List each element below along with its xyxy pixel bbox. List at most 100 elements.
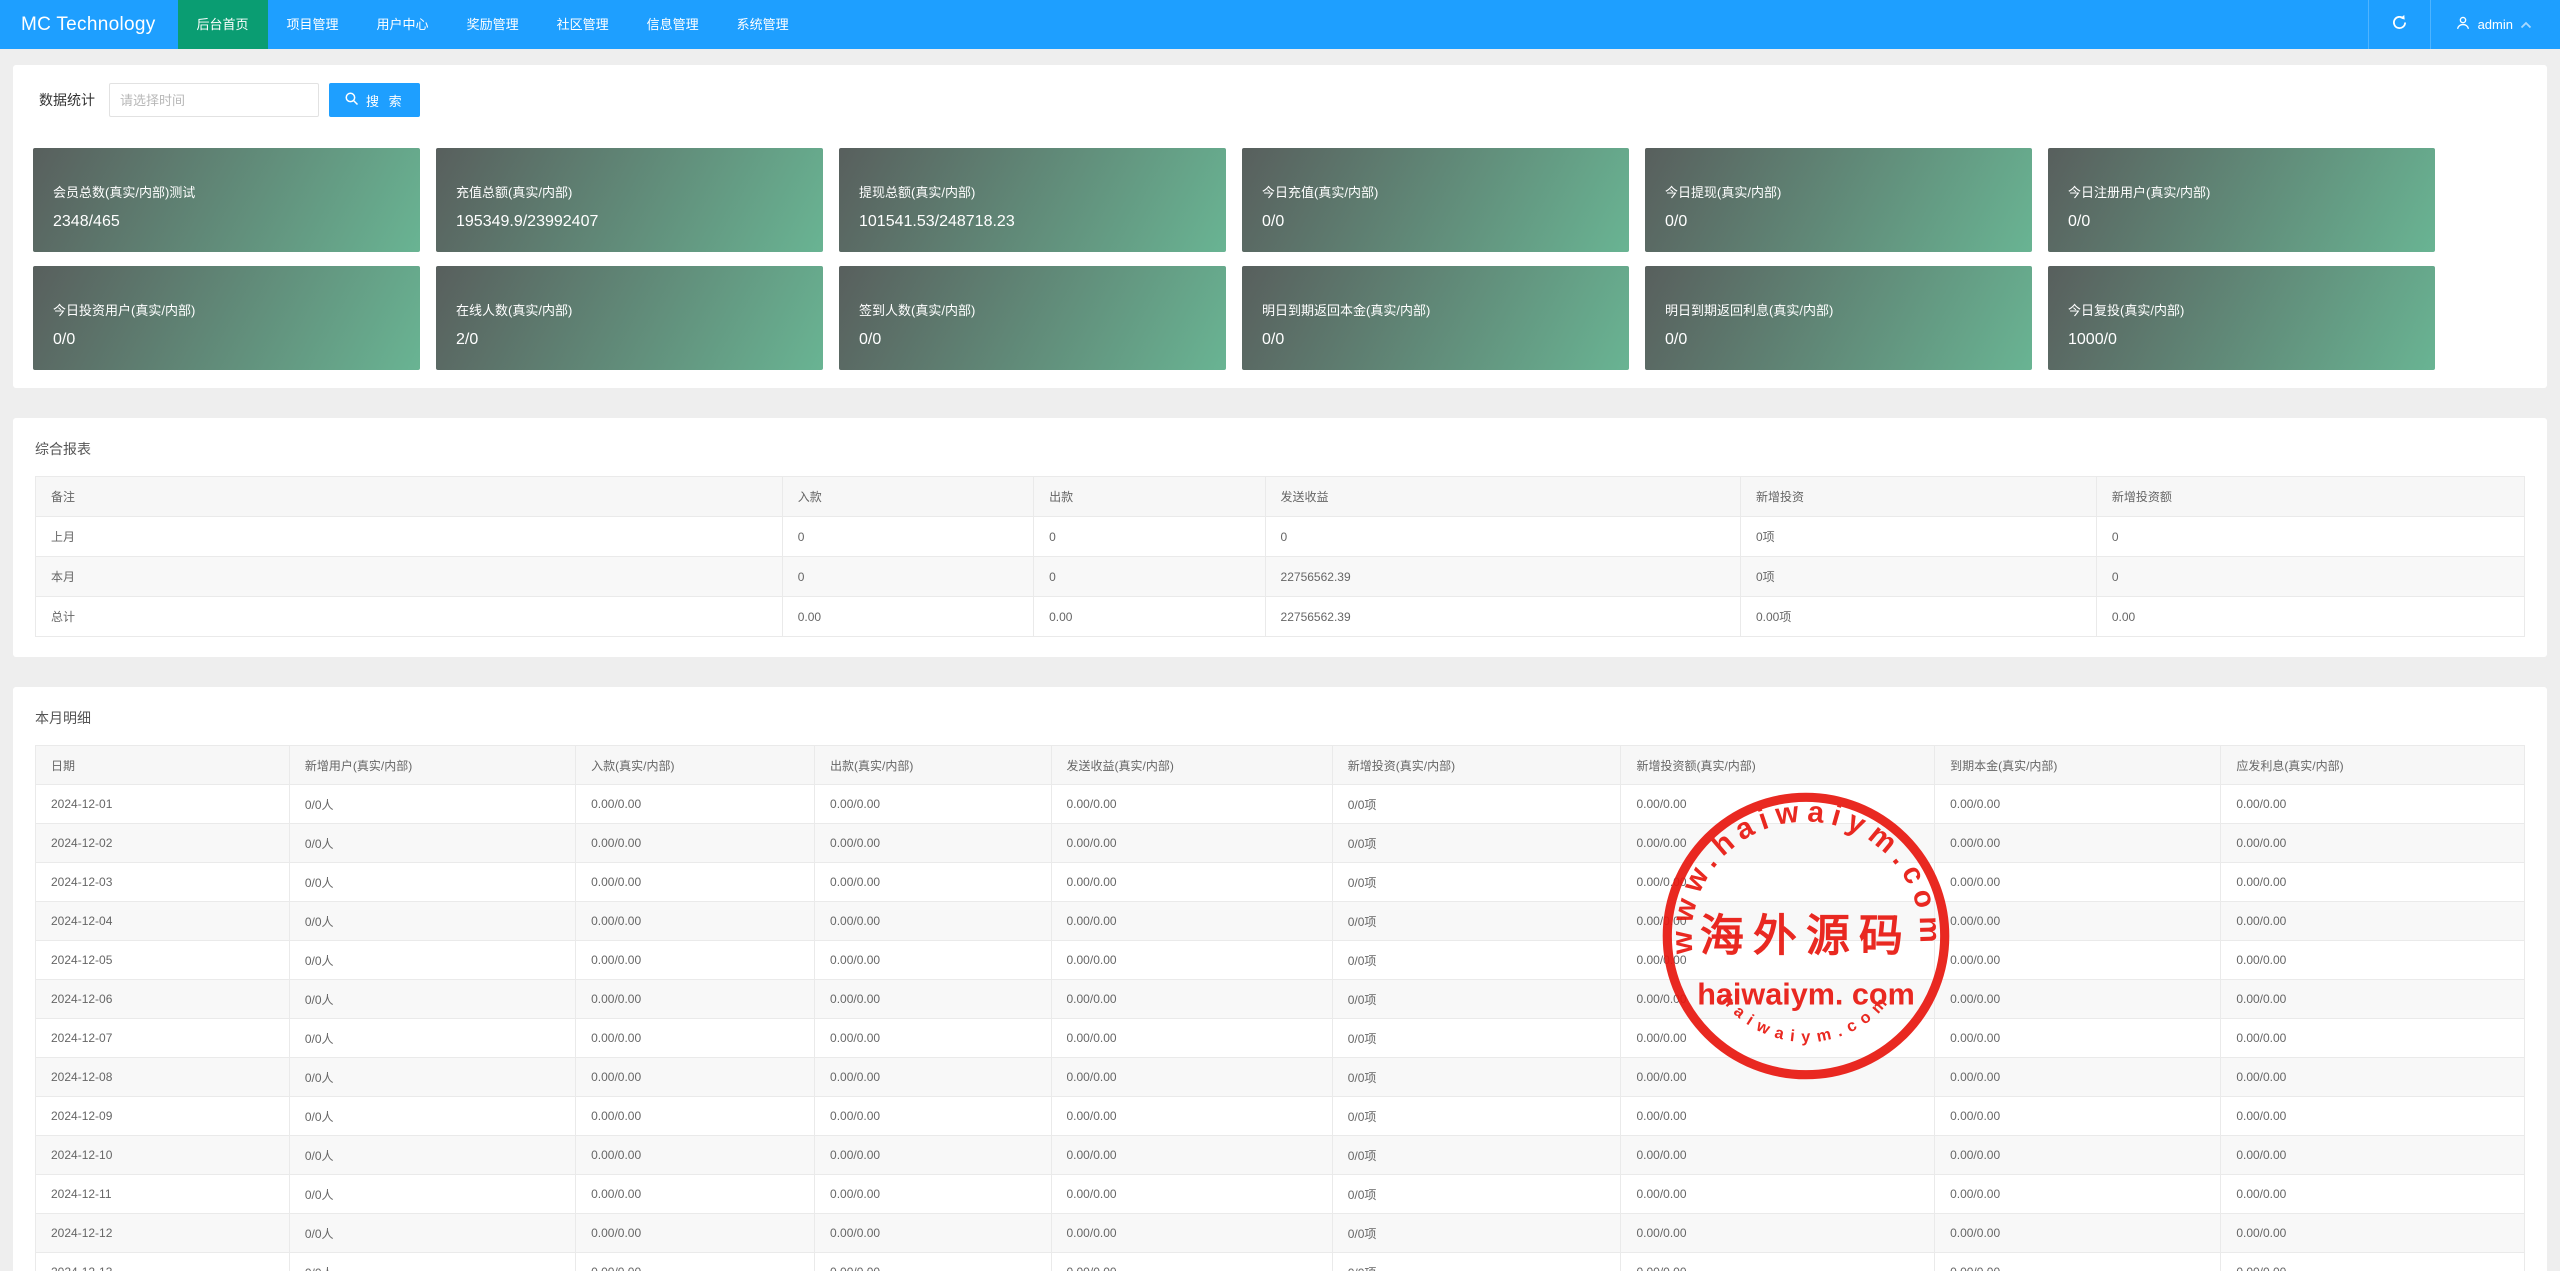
table-cell: 0.00/0.00 (575, 1135, 816, 1175)
table-cell: 0.00/0.00 (1620, 1057, 1936, 1097)
table-cell: 0.00/0.00 (575, 784, 816, 824)
table-cell: 2024-12-08 (35, 1057, 290, 1097)
summary-report-title: 综合报表 (35, 441, 91, 457)
stat-card-label: 会员总数(真实/内部)测试 (53, 185, 196, 200)
table-cell: 0.00/0.00 (1934, 940, 2222, 980)
table-cell: 0.00/0.00 (575, 1057, 816, 1097)
stats-panel: 数据统计 搜 索 会员总数(真实/内部)测试 2348/465 充值总额(真实/内部… (13, 65, 2547, 388)
table-row: 2024-12-03 0/0人 0.00/0.00 0.00/0.00 0.00/0.0… (35, 862, 2525, 902)
table-cell: 0.00/0.00 (1050, 979, 1333, 1019)
nav-item-5[interactable]: 社区管理 (538, 0, 628, 49)
stat-cards-row-1: 会员总数(真实/内部)测试 2348/465 充值总额(真实/内部) 195349.9… (33, 148, 2435, 252)
table-cell: 2024-12-03 (35, 862, 290, 902)
stat-card: 在线人数(真实/内部) 2/0 (436, 266, 823, 370)
search-section: 数据统计 搜 索 (25, 83, 420, 117)
navbar-right: admin (2367, 0, 2560, 49)
table-cell: 0/0人 (288, 1252, 577, 1271)
stat-card-value: 0/0 (53, 331, 76, 348)
stat-card-value: 0/0 (1665, 331, 1688, 348)
search-button[interactable]: 搜 索 (329, 83, 420, 117)
table-row: 2024-12-10 0/0人 0.00/0.00 0.00/0.00 0.00/0.0… (35, 1135, 2525, 1175)
chevron-up-icon (2520, 17, 2532, 32)
nav-item-6[interactable]: 信息管理 (628, 0, 718, 49)
table-cell: 0.00/0.00 (575, 1174, 816, 1214)
table-cell: 0/0项 (1331, 940, 1622, 980)
column-header: 新增用户(真实/内部) (288, 745, 577, 785)
table-cell: 0/0项 (1331, 1252, 1622, 1271)
table-cell: 0/0项 (1331, 1057, 1622, 1097)
stat-card-label: 今日提现(真实/内部) (1665, 185, 1782, 200)
table-cell: 0.00/0.00 (814, 901, 1052, 941)
refresh-button[interactable] (2367, 0, 2430, 49)
table-cell: 2024-12-02 (35, 823, 290, 863)
stat-card-label: 签到人数(真实/内部) (859, 303, 976, 318)
table-cell: 0/0人 (288, 1174, 577, 1214)
table-cell: 0/0人 (288, 1057, 577, 1097)
column-header: 日期 (35, 745, 290, 785)
column-header: 新增投资 (1739, 476, 2097, 517)
table-cell: 0/0人 (288, 862, 577, 902)
table-cell: 0.00/0.00 (1050, 862, 1333, 902)
table-cell: 0.00/0.00 (1934, 1213, 2222, 1253)
table-row: 总计 0.00 0.00 22756562.39 0.00项 0.00 (35, 596, 2526, 637)
table-cell: 0.00/0.00 (2220, 1213, 2525, 1253)
table-cell: 0.00/0.00 (1050, 1096, 1333, 1136)
table-cell: 0.00/0.00 (814, 1213, 1052, 1253)
table-cell: 0.00/0.00 (1934, 901, 2222, 941)
table-cell: 2024-12-12 (35, 1213, 290, 1253)
stat-card-label: 今日投资用户(真实/内部) (53, 303, 196, 318)
table-cell: 0.00/0.00 (2220, 1252, 2525, 1271)
stat-card-label: 充值总额(真实/内部) (456, 185, 573, 200)
table-cell: 22756562.39 (1264, 596, 1741, 637)
table-cell: 0/0项 (1331, 1174, 1622, 1214)
stat-card: 会员总数(真实/内部)测试 2348/465 (33, 148, 420, 252)
table-row: 2024-12-12 0/0人 0.00/0.00 0.00/0.00 0.00/0.0… (35, 1213, 2525, 1253)
nav-menu: 后台首页 项目管理 用户中心 奖励管理 社区管理 信息管理 系统管理 (177, 0, 808, 49)
nav-item-7[interactable]: 系统管理 (718, 0, 808, 49)
stat-card-value: 0/0 (1665, 213, 1688, 230)
table-row: 本月 0 0 22756562.39 0项 0 (35, 556, 2526, 597)
table-cell: 0.00/0.00 (1934, 1096, 2222, 1136)
column-header: 备注 (35, 476, 783, 517)
nav-item-4[interactable]: 奖励管理 (448, 0, 538, 49)
table-row: 2024-12-05 0/0人 0.00/0.00 0.00/0.00 0.00/0.0… (35, 940, 2525, 980)
table-cell: 0.00/0.00 (575, 1018, 816, 1058)
table-cell: 0.00/0.00 (575, 823, 816, 863)
table-cell: 0.00/0.00 (1050, 1018, 1333, 1058)
table-cell: 0.00/0.00 (1620, 784, 1936, 824)
user-icon (2455, 15, 2471, 34)
table-cell: 0 (2095, 556, 2526, 597)
table-cell: 0.00/0.00 (814, 1252, 1052, 1271)
table-row: 2024-12-04 0/0人 0.00/0.00 0.00/0.00 0.00/0.0… (35, 901, 2525, 941)
table-cell: 0.00/0.00 (1934, 823, 2222, 863)
table-cell: 0.00/0.00 (575, 979, 816, 1019)
nav-item-1[interactable]: 后台首页 (177, 0, 268, 49)
stat-card-label: 在线人数(真实/内部) (456, 303, 573, 318)
table-cell: 0 (781, 516, 1035, 557)
table-cell: 0.00/0.00 (1620, 823, 1936, 863)
date-input[interactable] (109, 83, 319, 117)
table-cell: 0.00/0.00 (2220, 784, 2525, 824)
table-cell: 0.00/0.00 (1050, 1213, 1333, 1253)
table-cell: 0.00/0.00 (2220, 1174, 2525, 1214)
column-header: 入款 (781, 476, 1035, 517)
table-cell: 0.00/0.00 (575, 940, 816, 980)
stat-card-value: 0/0 (1262, 213, 1285, 230)
table-cell: 0/0项 (1331, 901, 1622, 941)
table-cell: 0.00/0.00 (1934, 1174, 2222, 1214)
table-cell: 本月 (35, 556, 783, 597)
summary-table: 备注 入款 出款 发送收益 新增投资 新增投资额 上月 0 0 0 0项 0 本月 0 0 22756562.… (35, 476, 2526, 637)
username: admin (2477, 17, 2513, 32)
table-cell: 0.00/0.00 (814, 862, 1052, 902)
user-menu[interactable]: admin (2429, 0, 2560, 49)
table-cell: 0.00/0.00 (575, 901, 816, 941)
table-cell: 0.00/0.00 (575, 1213, 816, 1253)
table-cell: 0.00/0.00 (814, 784, 1052, 824)
table-cell: 0.00/0.00 (1620, 1213, 1936, 1253)
table-cell: 0.00/0.00 (1050, 784, 1333, 824)
month-detail-section: 本月明细 日期 新增用户(真实/内部) 入款(真实/内部) 出款(真实/内部) 发送收益… (13, 687, 2547, 1271)
nav-item-3[interactable]: 用户中心 (358, 0, 448, 49)
stat-card: 签到人数(真实/内部) 0/0 (839, 266, 1226, 370)
table-cell: 0 (781, 556, 1035, 597)
nav-item-2[interactable]: 项目管理 (268, 0, 358, 49)
